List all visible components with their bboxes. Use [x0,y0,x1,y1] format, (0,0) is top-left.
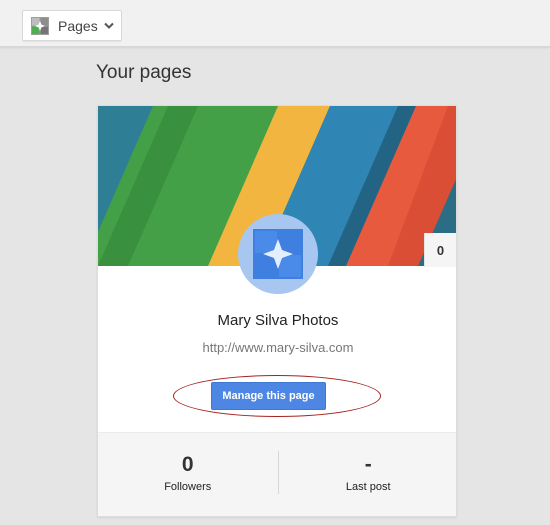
followers-count: 0 [181,453,194,476]
page-title: Your pages [96,62,192,83]
page-stats: 0 Followers - Last post [98,432,457,516]
top-bar: Pages [0,0,550,47]
last-post-value: - [364,453,372,476]
pages-dropdown-label: Pages [58,17,98,34]
last-post-stat: - Last post [279,433,457,516]
last-post-label: Last post [345,481,391,493]
page-avatar[interactable] [238,214,318,294]
manage-page-button[interactable]: Manage this page [211,382,326,410]
google-plus-pages-icon [31,16,49,35]
notification-count-badge[interactable]: 0 [424,233,456,267]
chevron-down-icon [103,22,114,29]
pages-dropdown[interactable]: Pages [22,10,122,41]
page-card: 0 Mary Silva Photos http://www.mary-silv… [97,105,457,517]
pages-avatar-icon [253,229,303,279]
page-url[interactable]: http://www.mary-silva.com [98,340,456,355]
page-name[interactable]: Mary Silva Photos [98,312,456,329]
followers-label: Followers [164,481,212,493]
followers-stat: 0 Followers [98,433,278,516]
